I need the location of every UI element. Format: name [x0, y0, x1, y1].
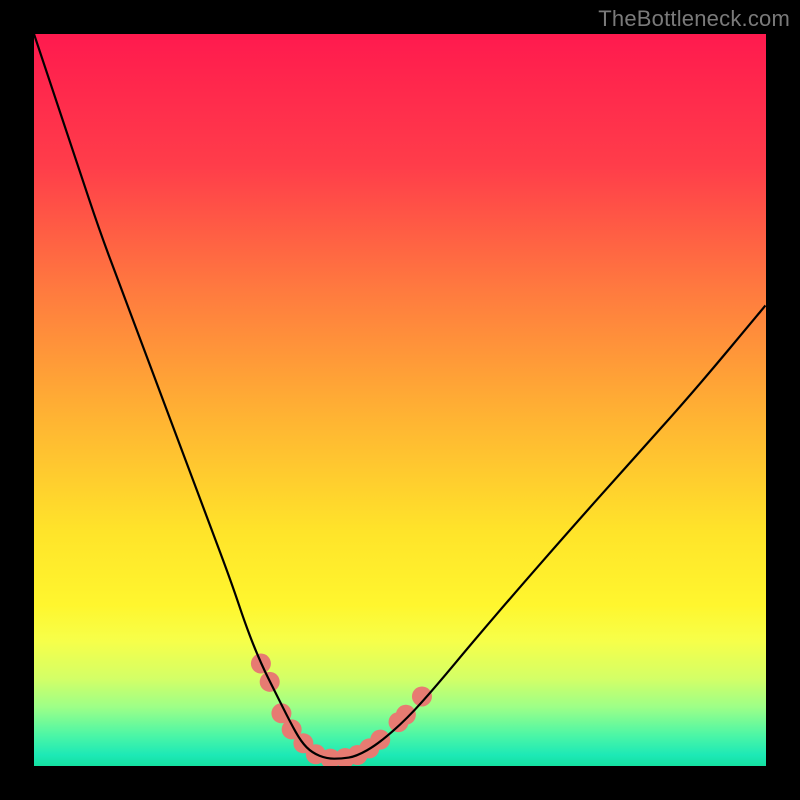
marker-dot: [396, 705, 416, 725]
chart-svg: [34, 34, 766, 766]
chart-frame: TheBottleneck.com: [0, 0, 800, 800]
plot-area: [34, 34, 766, 766]
gradient-background: [34, 34, 766, 766]
watermark-text: TheBottleneck.com: [598, 6, 790, 32]
